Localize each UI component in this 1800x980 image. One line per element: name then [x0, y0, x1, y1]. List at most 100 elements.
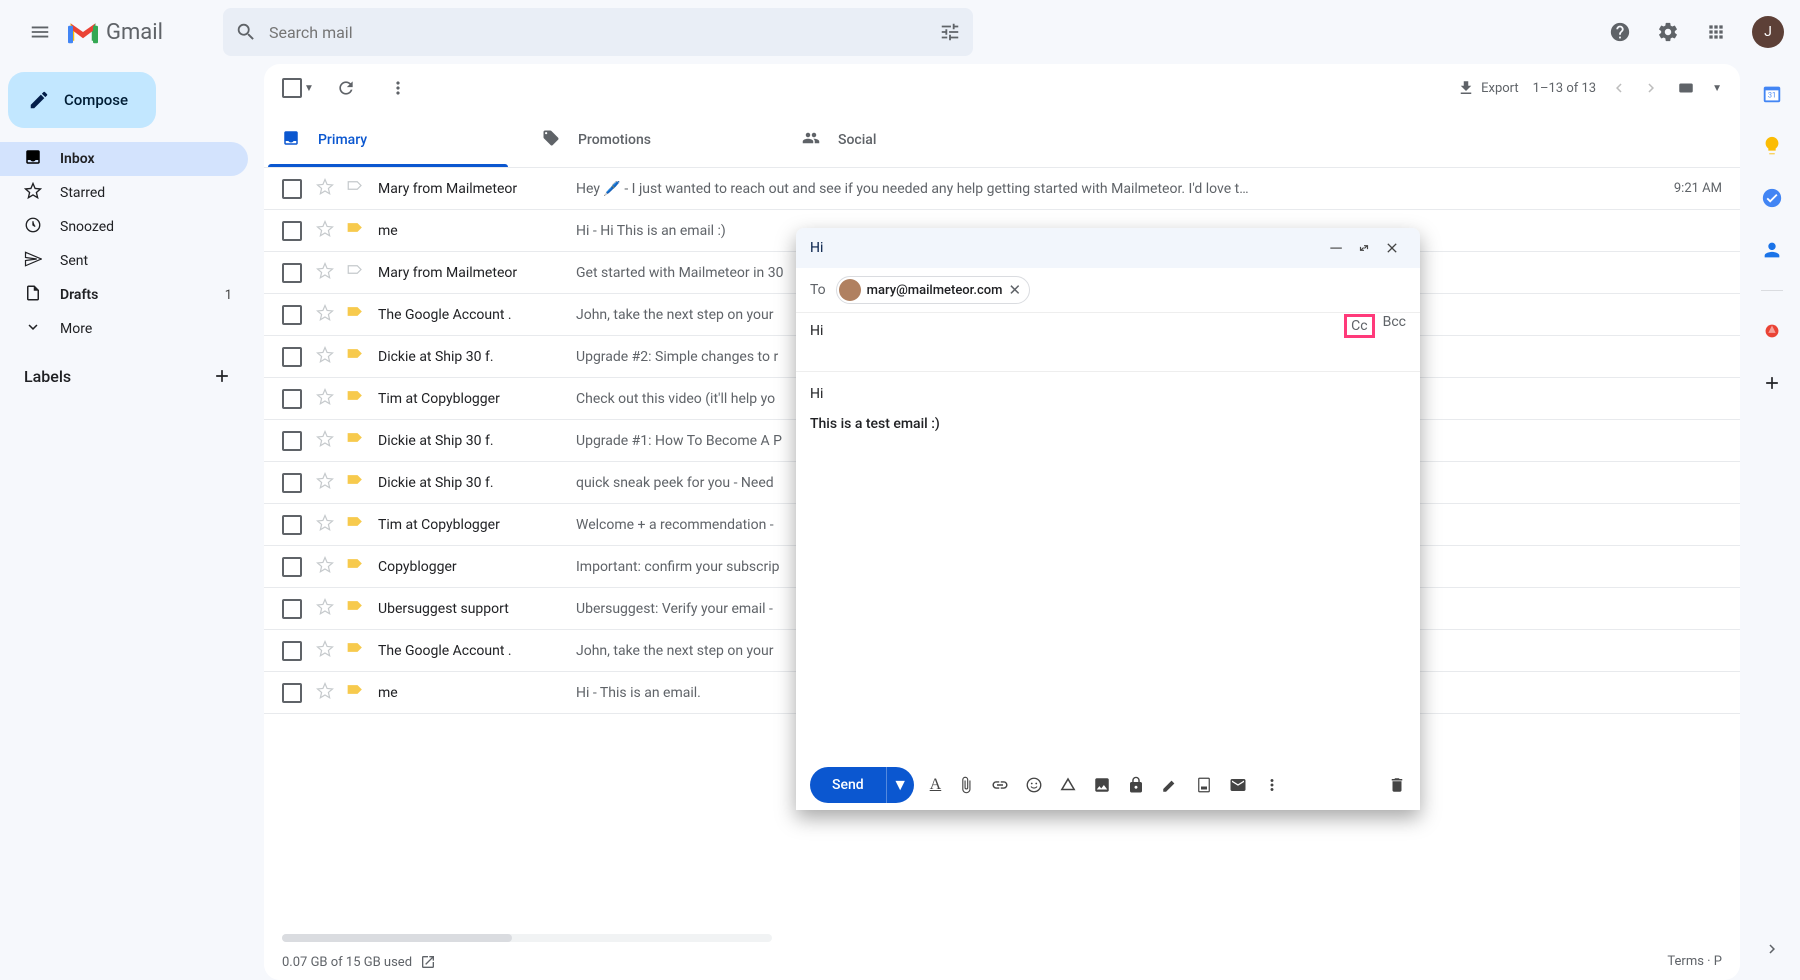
- search-bar[interactable]: [223, 8, 973, 56]
- row-checkbox[interactable]: [282, 473, 302, 493]
- collapse-panel-icon[interactable]: [1763, 940, 1781, 962]
- confidential-icon[interactable]: [1127, 776, 1145, 794]
- row-checkbox[interactable]: [282, 221, 302, 241]
- important-icon[interactable]: [346, 304, 364, 326]
- star-icon[interactable]: [316, 472, 334, 494]
- star-icon[interactable]: [316, 262, 334, 284]
- calendar-icon[interactable]: 31: [1760, 82, 1784, 106]
- star-icon[interactable]: [316, 640, 334, 662]
- nav-starred[interactable]: Starred: [0, 176, 248, 210]
- row-checkbox[interactable]: [282, 515, 302, 535]
- prev-page-icon[interactable]: [1610, 79, 1628, 97]
- star-icon[interactable]: [316, 430, 334, 452]
- compose-header[interactable]: Hi ─: [796, 228, 1420, 268]
- nav-inbox[interactable]: Inbox: [0, 142, 248, 176]
- recipient-chip[interactable]: mary@mailmeteor.com ✕: [836, 276, 1030, 304]
- star-icon[interactable]: [316, 682, 334, 704]
- row-checkbox[interactable]: [282, 389, 302, 409]
- keep-icon[interactable]: [1760, 134, 1784, 158]
- export-button[interactable]: Export: [1457, 79, 1519, 97]
- row-checkbox[interactable]: [282, 683, 302, 703]
- main-menu-button[interactable]: [16, 8, 64, 56]
- bcc-button[interactable]: Bcc: [1383, 314, 1406, 338]
- tab-primary[interactable]: Primary: [264, 112, 524, 167]
- close-icon[interactable]: [1378, 234, 1406, 262]
- important-icon[interactable]: [346, 556, 364, 578]
- add-label-icon[interactable]: [212, 366, 232, 386]
- important-icon[interactable]: [346, 178, 364, 200]
- remove-chip-icon[interactable]: ✕: [1008, 281, 1021, 299]
- image-icon[interactable]: [1093, 776, 1111, 794]
- tab-promotions[interactable]: Promotions: [524, 112, 784, 167]
- file-icon[interactable]: [1195, 776, 1213, 794]
- important-icon[interactable]: [346, 514, 364, 536]
- important-icon[interactable]: [346, 472, 364, 494]
- row-checkbox[interactable]: [282, 557, 302, 577]
- next-page-icon[interactable]: [1642, 79, 1660, 97]
- link-icon[interactable]: [991, 776, 1009, 794]
- addon-icon[interactable]: [1760, 319, 1784, 343]
- add-panel-icon[interactable]: [1760, 371, 1784, 395]
- cc-button[interactable]: Cc: [1344, 314, 1374, 338]
- subject-input[interactable]: Hi: [796, 313, 1420, 372]
- discard-icon[interactable]: [1388, 776, 1406, 794]
- star-icon[interactable]: [316, 556, 334, 578]
- select-all-checkbox[interactable]: [282, 78, 302, 98]
- send-button[interactable]: Send: [810, 767, 886, 803]
- important-icon[interactable]: [346, 682, 364, 704]
- search-tune-icon[interactable]: [939, 21, 961, 43]
- more-actions-button[interactable]: [378, 68, 418, 108]
- row-checkbox[interactable]: [282, 599, 302, 619]
- attach-icon[interactable]: [957, 776, 975, 794]
- nav-drafts[interactable]: Drafts1: [0, 278, 248, 312]
- gmail-logo[interactable]: Gmail: [68, 20, 163, 45]
- compose-button[interactable]: Compose: [8, 72, 156, 128]
- important-icon[interactable]: [346, 640, 364, 662]
- row-checkbox[interactable]: [282, 641, 302, 661]
- nav-sent[interactable]: Sent: [0, 244, 248, 278]
- tasks-icon[interactable]: [1760, 186, 1784, 210]
- compose-body[interactable]: Hi This is a test email :): [796, 372, 1420, 760]
- drive-icon[interactable]: [1059, 776, 1077, 794]
- star-icon[interactable]: [316, 220, 334, 242]
- search-input[interactable]: [269, 23, 939, 42]
- star-icon[interactable]: [316, 514, 334, 536]
- important-icon[interactable]: [346, 346, 364, 368]
- star-icon[interactable]: [316, 178, 334, 200]
- important-icon[interactable]: [346, 262, 364, 284]
- important-icon[interactable]: [346, 388, 364, 410]
- important-icon[interactable]: [346, 598, 364, 620]
- tab-social[interactable]: Social: [784, 112, 1044, 167]
- horizontal-scrollbar[interactable]: [282, 934, 772, 942]
- email-row[interactable]: Mary from Mailmeteor Hey 🖊️ - I just wan…: [264, 168, 1740, 210]
- apps-icon[interactable]: [1696, 12, 1736, 52]
- popout-icon[interactable]: [1350, 234, 1378, 262]
- open-in-new-icon[interactable]: [420, 954, 436, 970]
- important-icon[interactable]: [346, 220, 364, 242]
- star-icon[interactable]: [316, 304, 334, 326]
- nav-more[interactable]: More: [0, 312, 248, 346]
- row-checkbox[interactable]: [282, 431, 302, 451]
- input-tools-dropdown-icon[interactable]: ▼: [1712, 83, 1722, 94]
- minimize-icon[interactable]: ─: [1322, 234, 1350, 262]
- refresh-button[interactable]: [326, 68, 366, 108]
- format-icon[interactable]: A: [930, 776, 942, 794]
- star-icon[interactable]: [316, 598, 334, 620]
- settings-icon[interactable]: [1648, 12, 1688, 52]
- star-icon[interactable]: [316, 388, 334, 410]
- nav-snoozed[interactable]: Snoozed: [0, 210, 248, 244]
- compose-more-icon[interactable]: [1263, 776, 1281, 794]
- row-checkbox[interactable]: [282, 347, 302, 367]
- account-avatar[interactable]: J: [1752, 16, 1784, 48]
- row-checkbox[interactable]: [282, 305, 302, 325]
- important-icon[interactable]: [346, 430, 364, 452]
- contacts-icon[interactable]: [1760, 238, 1784, 262]
- select-dropdown-icon[interactable]: ▼: [304, 83, 314, 94]
- recipients-row[interactable]: To mary@mailmeteor.com ✕ Cc Bcc: [796, 268, 1420, 313]
- star-icon[interactable]: [316, 346, 334, 368]
- emoji-icon[interactable]: [1025, 776, 1043, 794]
- footer-terms[interactable]: Terms · P: [1667, 954, 1722, 970]
- input-tools-icon[interactable]: [1674, 79, 1698, 97]
- signature-icon[interactable]: [1161, 776, 1179, 794]
- envelope-icon[interactable]: [1229, 776, 1247, 794]
